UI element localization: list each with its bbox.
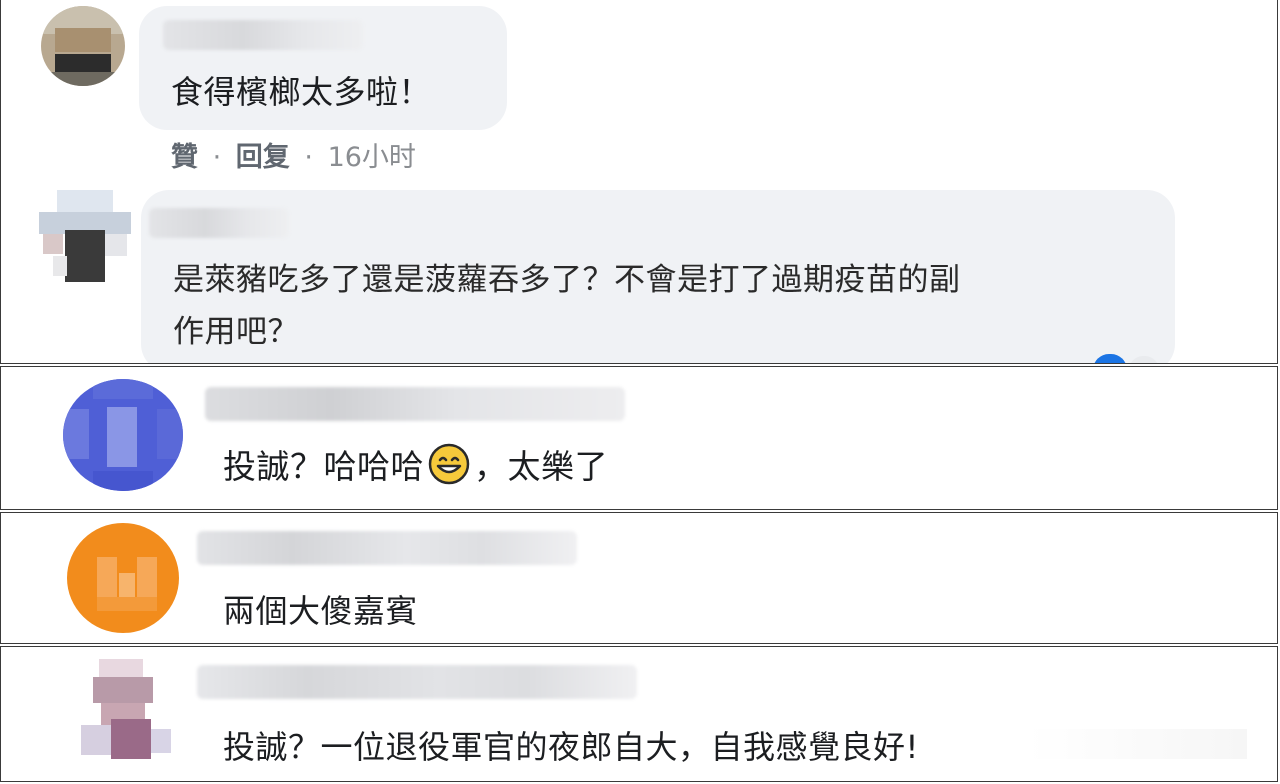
comment-panel: 兩個大傻嘉賓 [0,512,1278,644]
comment-bubble: 是萊豬吃多了還是菠蘿吞多了？不會是打了過期疫苗的副 作用吧？ [141,190,1175,363]
comment-text: 兩個大傻嘉賓 [223,592,419,630]
watermark-fade [1027,729,1247,759]
comment-text: 食得檳榔太多啦！ [171,73,432,111]
like-button[interactable]: 贊 [171,142,198,173]
comment-panel: 投誠？哈哈哈 ，太樂了 [0,366,1278,510]
blurred-author-name[interactable] [197,665,637,699]
grinning-face-emoji [428,443,470,485]
separator-dot: · [304,142,313,173]
avatar[interactable] [71,659,175,763]
comment-text-end: ，太樂了 [474,447,608,486]
comment-text-line: 是萊豬吃多了還是菠蘿吞多了？不會是打了過期疫苗的副 [173,262,961,298]
blurred-author-name[interactable] [205,387,625,421]
comment-panel: 投誠？一位退役軍官的夜郎自大，自我感覺良好! [0,646,1278,782]
blurred-author-name[interactable] [163,20,363,50]
comment-text: 投誠？哈哈哈 ，太樂了 [223,443,608,491]
comment-text: 投誠？一位退役軍官的夜郎自大，自我感覺良好! [223,728,919,766]
comment-thread-panel: 食得檳榔太多啦！ 贊 · 回复 · 16小时 是萊豬吃多了還是菠蘿吞多了？不會是… [0,0,1278,364]
comment-actions: 贊 · 回复 · 16小时 [171,138,416,178]
timestamp[interactable]: 16小时 [328,142,416,173]
avatar[interactable] [41,6,125,86]
comment-text-line: 作用吧？ [173,314,299,350]
blurred-author-name[interactable] [197,531,577,565]
avatar[interactable] [67,523,179,633]
reply-button[interactable]: 回复 [236,142,290,173]
separator-dot: · [212,142,222,173]
blurred-author-name[interactable] [149,208,289,238]
avatar[interactable] [63,379,183,491]
comment-bubble: 食得檳榔太多啦！ [139,6,507,130]
avatar[interactable] [39,190,131,282]
comment-text-start: 投誠？哈哈哈 [223,447,424,486]
